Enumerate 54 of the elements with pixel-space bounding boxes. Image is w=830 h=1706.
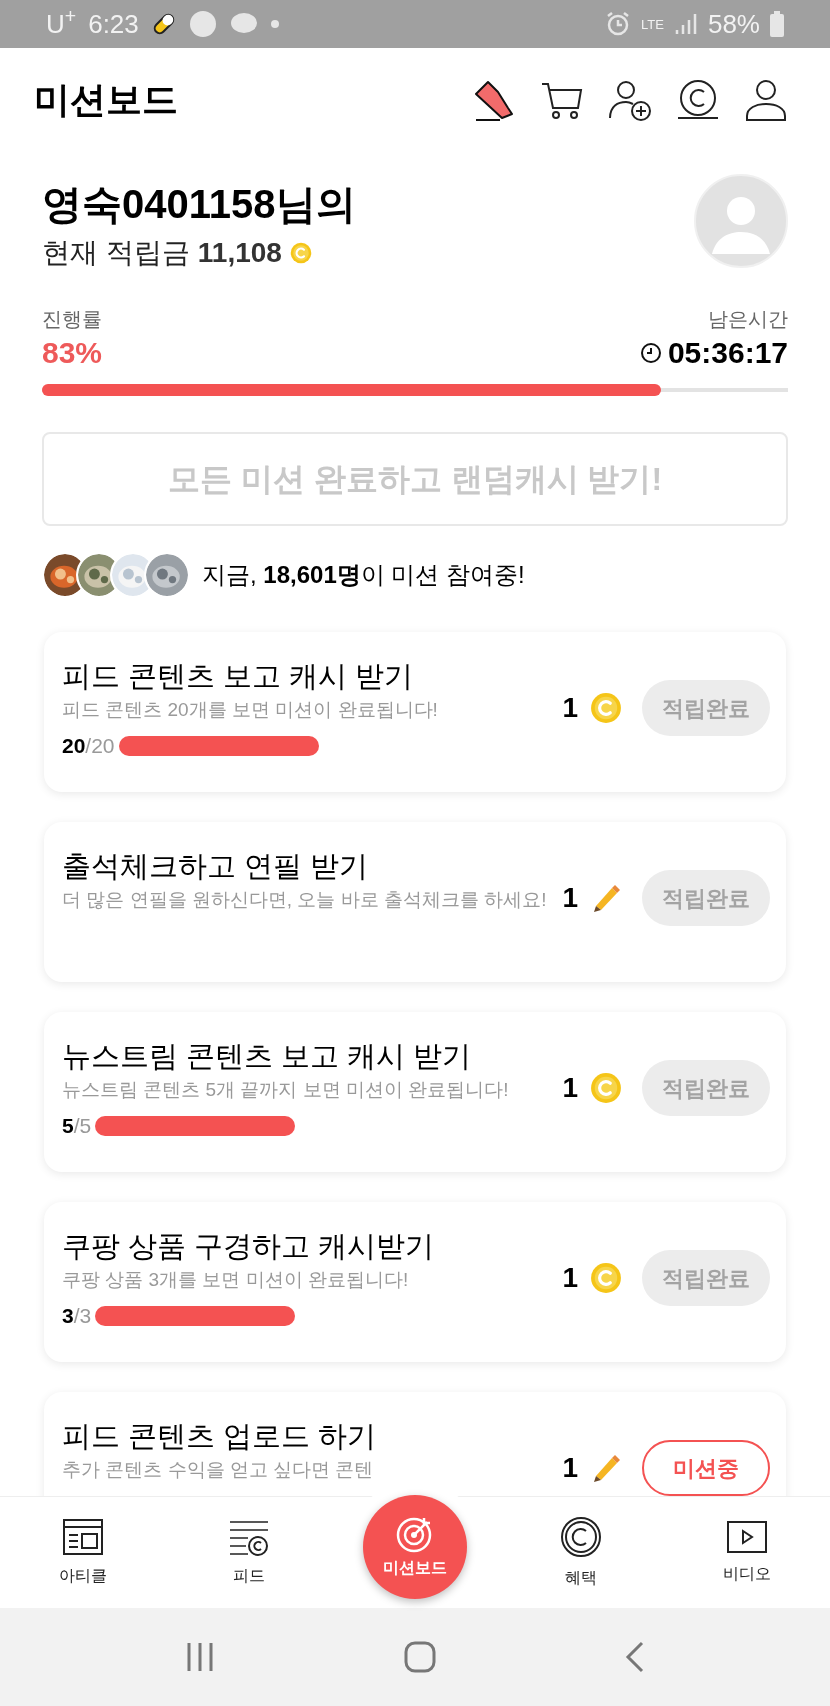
mission-card[interactable]: 출석체크하고 연필 받기 더 많은 연필을 원하신다면, 오늘 바로 출석체크를 하세요! 1 적립완료	[44, 822, 786, 982]
battery-icon	[770, 11, 784, 37]
mission-description: 쿠팡 상품 3개를 보면 미션이 완료됩니다!	[62, 1268, 410, 1292]
reward-amount: 1	[562, 691, 578, 725]
page-title: 미션보드	[34, 78, 178, 122]
mission-description: 추가 콘텐츠 수익을 얻고 싶다면 콘텐	[62, 1458, 375, 1482]
clock-time: 6:23	[88, 7, 139, 41]
participants-text: 지금, 18,601명이 미션 참여중!	[202, 560, 525, 590]
clock-icon	[639, 342, 662, 364]
battery-percent: 58%	[707, 7, 760, 41]
nav-tab[interactable]: 아티클	[0, 1497, 166, 1608]
balance-amount: 11,108	[197, 236, 282, 270]
home-icon[interactable]	[404, 1641, 436, 1673]
coin-icon	[590, 692, 622, 724]
article-icon	[62, 1517, 104, 1556]
progress-percent: 83%	[42, 335, 103, 371]
play-icon	[726, 1519, 768, 1554]
mission-title: 쿠팡 상품 구경하고 캐시받기	[62, 1229, 436, 1264]
copyright-icon	[560, 1515, 602, 1558]
mission-title: 피드 콘텐츠 보고 캐시 받기	[62, 659, 415, 694]
nav-tab[interactable]: 피드	[166, 1497, 332, 1608]
app-icon	[188, 10, 217, 38]
mission-description: 더 많은 연필을 원하신다면, 오늘 바로 출석체크를 하세요!	[62, 888, 548, 912]
user-name: 영숙0401158님의	[42, 181, 356, 228]
nav-tab[interactable]: 혜택	[498, 1497, 664, 1608]
coin-icon	[590, 1262, 622, 1294]
add-friend-icon[interactable]	[608, 78, 652, 122]
back-icon[interactable]	[625, 1641, 646, 1673]
progress-count: 5/5	[62, 1113, 92, 1139]
mission-title: 출석체크하고 연필 받기	[62, 849, 370, 884]
progress-label: 진행률	[42, 307, 103, 332]
cash-icon[interactable]	[676, 78, 720, 122]
remaining-time: 05:36:17	[667, 335, 788, 371]
network-label: LTE	[641, 17, 664, 31]
progress-count: 3/3	[62, 1303, 92, 1329]
remaining-time-label: 남은시간	[708, 307, 788, 332]
coin-icon	[590, 1072, 622, 1104]
reward-amount: 1	[562, 881, 578, 915]
reward-amount: 1	[562, 1451, 578, 1485]
signal-icon	[673, 12, 698, 36]
coin-icon	[289, 242, 312, 264]
carrier-label: U$^{+}$	[46, 4, 77, 41]
profile-icon[interactable]	[744, 78, 788, 122]
mission-description: 피드 콘텐츠 20개를 보면 미션이 완료됩니다!	[62, 698, 439, 722]
nav-tab[interactable]: 비디오	[664, 1497, 830, 1608]
reward-amount: 1	[562, 1261, 578, 1295]
progress-count: 20/20	[62, 733, 115, 759]
mission-description: 뉴스트림 콘텐츠 5개 끝까지 보면 미션이 완료됩니다!	[62, 1078, 510, 1102]
dot-icon	[270, 20, 279, 28]
balance-label: 현재 적립금	[42, 236, 190, 270]
mission-card[interactable]: 피드 콘텐츠 업로드 하기 추가 콘텐츠 수익을 얻고 싶다면 콘텐 1 미션중	[44, 1392, 786, 1496]
reward-amount: 1	[562, 1071, 578, 1105]
mission-title: 피드 콘텐츠 업로드 하기	[62, 1419, 378, 1454]
mission-title: 뉴스트림 콘텐츠 보고 캐시 받기	[62, 1039, 473, 1074]
